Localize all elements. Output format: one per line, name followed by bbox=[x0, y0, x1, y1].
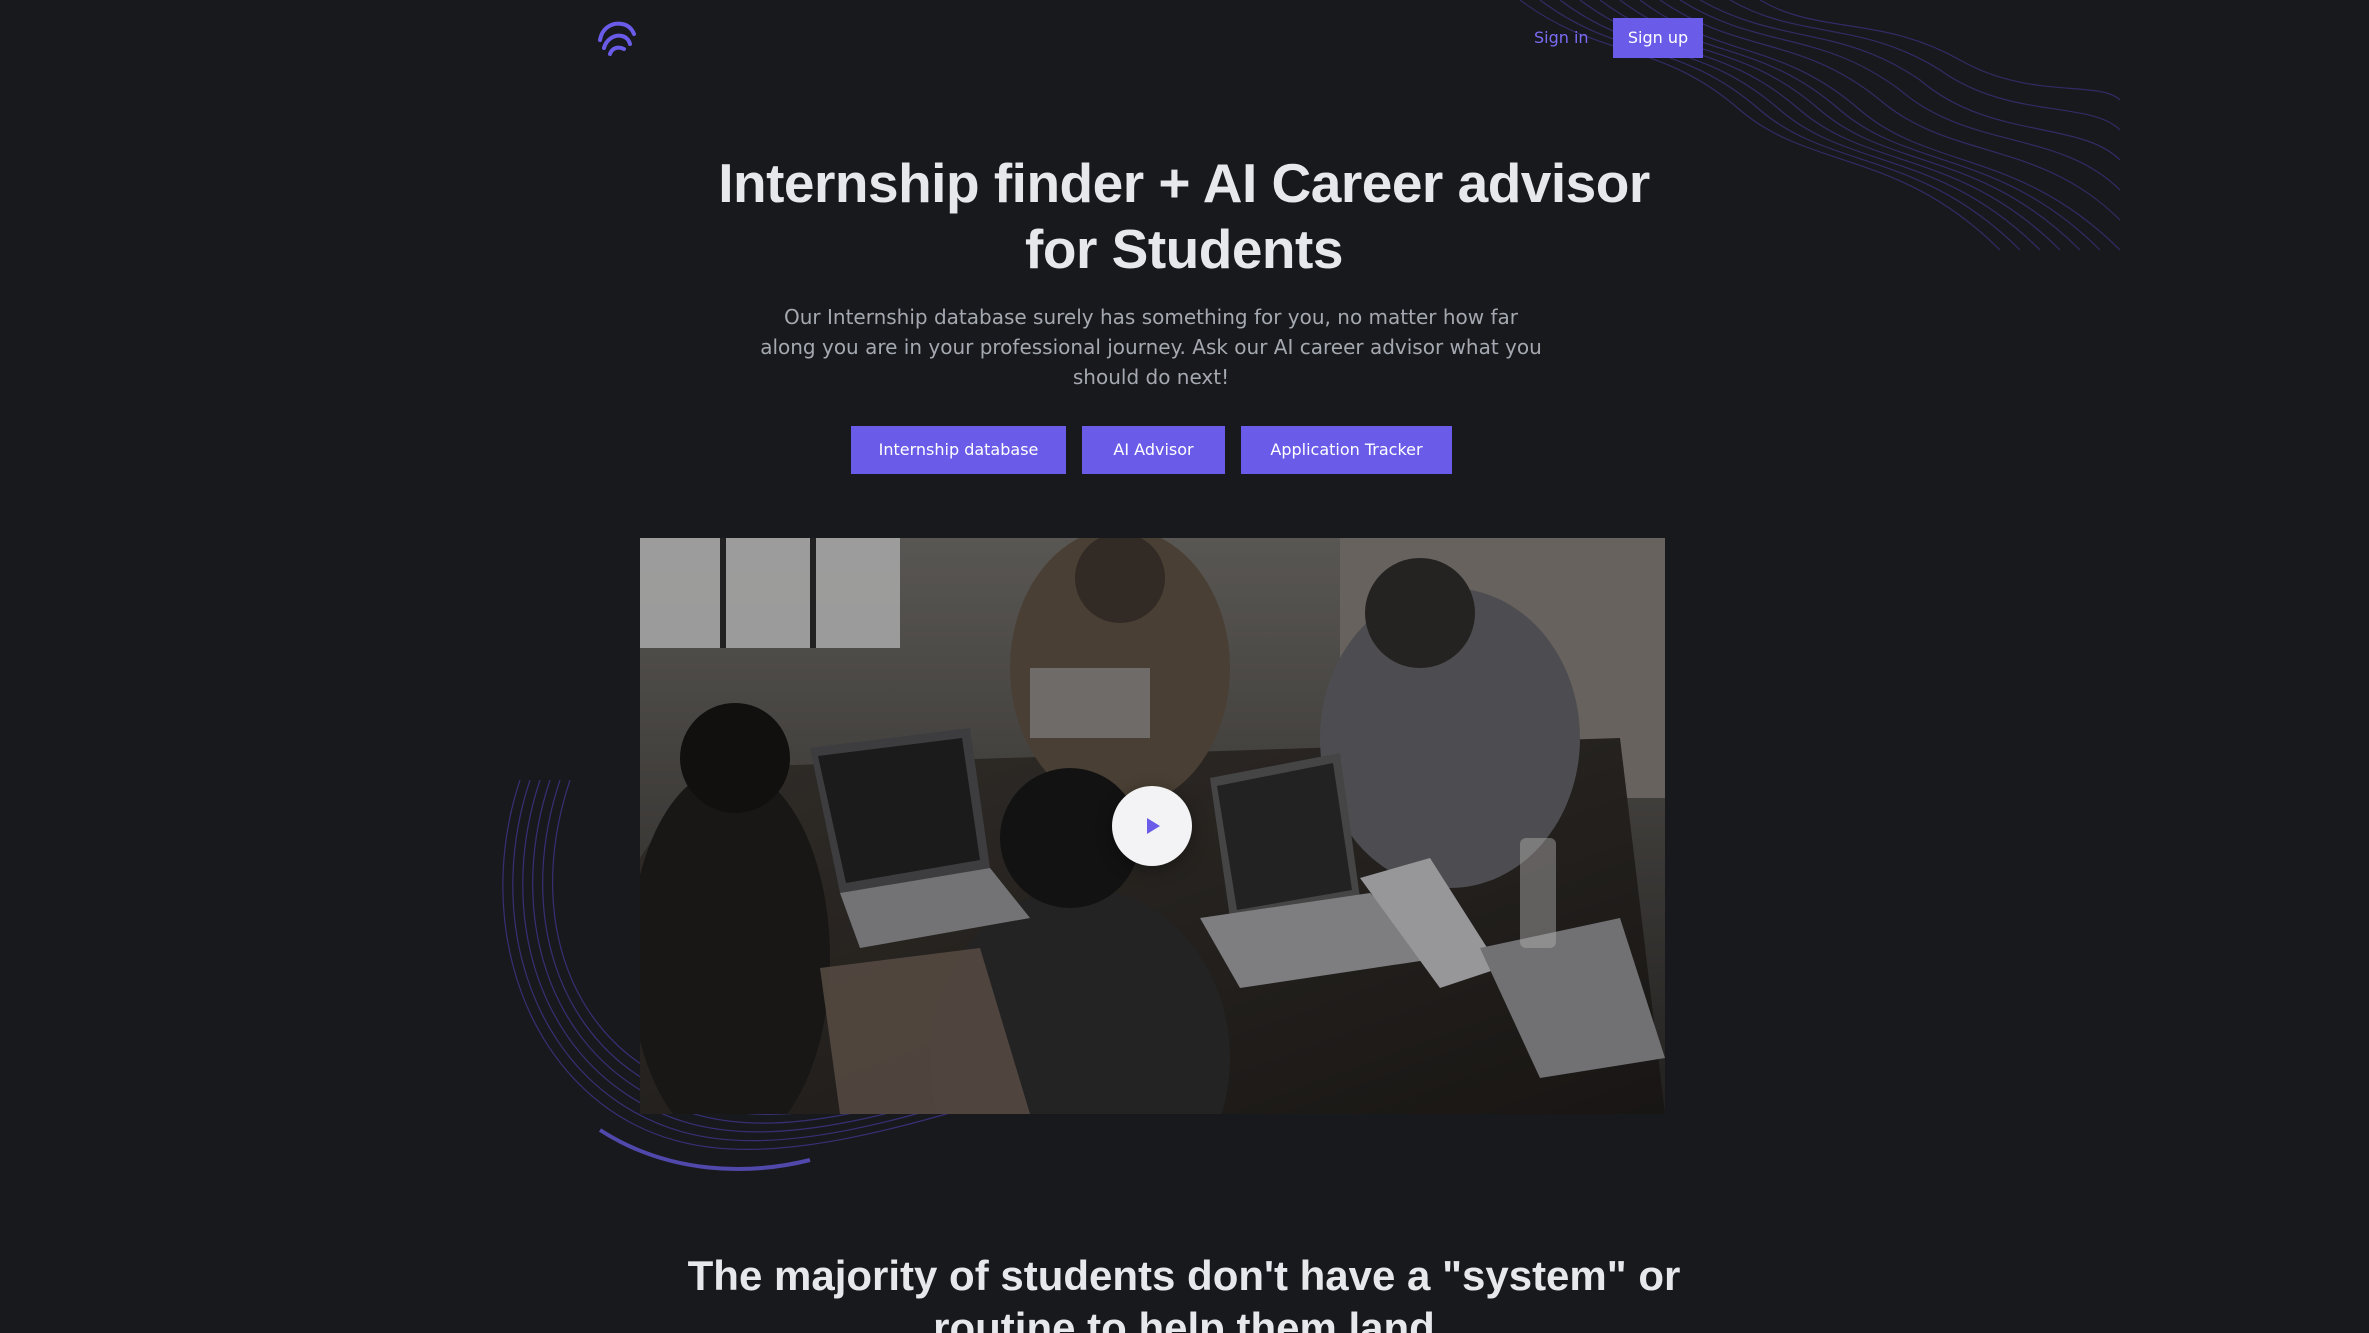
play-icon bbox=[1147, 818, 1160, 834]
ai-advisor-button[interactable]: AI Advisor bbox=[1082, 426, 1225, 474]
landing-page: Sign in Sign up Internship finder + AI C… bbox=[0, 0, 2369, 1333]
section-title: The majority of students don't have a "s… bbox=[687, 1252, 1681, 1333]
play-button[interactable] bbox=[1112, 786, 1192, 866]
hero-subtitle: Our Internship database surely has somet… bbox=[760, 305, 1542, 389]
sign-in-link[interactable]: Sign in bbox=[1520, 18, 1603, 58]
application-tracker-button[interactable]: Application Tracker bbox=[1241, 426, 1452, 474]
brand-logo-icon[interactable] bbox=[596, 18, 636, 56]
hero-title: Internship finder + AI Career advisor fo… bbox=[718, 152, 1650, 280]
sign-up-button[interactable]: Sign up bbox=[1613, 18, 1703, 58]
hero-video[interactable] bbox=[640, 538, 1665, 1114]
internship-database-button[interactable]: Internship database bbox=[851, 426, 1066, 474]
